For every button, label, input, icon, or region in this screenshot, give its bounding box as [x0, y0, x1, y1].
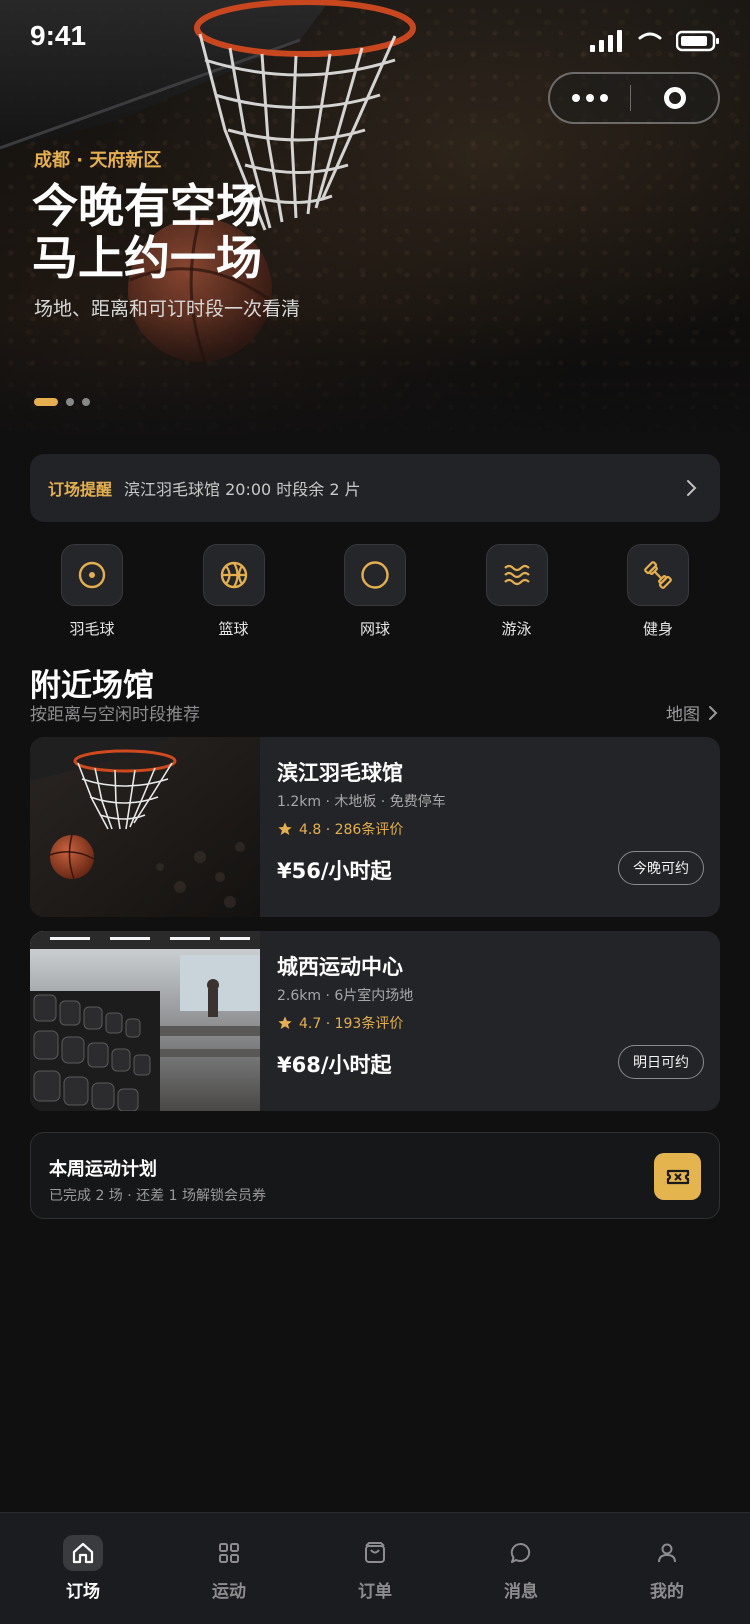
venue-image [30, 737, 260, 917]
category-label: 健身 [642, 620, 673, 638]
venue-card[interactable]: 滨江羽毛球馆 1.2km · 木地板 · 免费停车 4.8 · 286条评价 ¥… [30, 737, 720, 917]
category-basketball[interactable]: 篮球 [189, 544, 279, 639]
chat-icon [501, 1535, 541, 1571]
tab-label: 运动 [212, 1582, 246, 1602]
hero-title-line2: 马上约一场 [32, 231, 262, 285]
tab-label: 订场 [66, 1582, 100, 1602]
chevron-right-icon [709, 705, 718, 720]
bottom-tab-bar: 订场 运动 订单 消息 我的 [0, 1512, 750, 1624]
bag-icon [355, 1535, 395, 1571]
swimming-icon [485, 544, 548, 606]
category-label: 篮球 [218, 620, 249, 638]
venue-info: 滨江羽毛球馆 1.2km · 木地板 · 免费停车 4.8 · 286条评价 ¥… [277, 737, 704, 917]
reminder-text: 滨江羽毛球馆 20:00 时段余 2 片 [124, 480, 361, 499]
more-menu-icon[interactable] [550, 94, 630, 102]
basketball-hoop-photo [30, 737, 260, 917]
venue-rating: 4.7 · 193条评价 [277, 1013, 403, 1033]
user-icon [647, 1535, 687, 1571]
hero-banner[interactable]: 9:41 成都 · 天府新区 今晚有空场 马上约一场 场地、距离和可订时段一次看… [0, 0, 750, 435]
venue-name: 城西运动中心 [277, 955, 403, 979]
battery-icon [676, 30, 719, 52]
tab-messages[interactable]: 消息 [466, 1513, 576, 1624]
venue-meta: 1.2km · 木地板 · 免费停车 [277, 794, 446, 810]
carousel-dot[interactable] [82, 398, 90, 406]
carousel-dot[interactable] [66, 398, 74, 406]
wifi-icon [638, 32, 662, 40]
tab-profile[interactable]: 我的 [612, 1513, 722, 1624]
section-title: 附近场馆 [30, 668, 154, 704]
category-badminton[interactable]: 羽毛球 [47, 544, 137, 639]
tab-orders[interactable]: 订单 [320, 1513, 430, 1624]
reminder-tag: 订场提醒 [48, 480, 113, 499]
map-link-label: 地图 [666, 705, 700, 725]
venue-name: 滨江羽毛球馆 [277, 761, 403, 785]
carousel-indicator [34, 398, 90, 406]
hero-fade [0, 315, 750, 435]
grid-icon [209, 1535, 249, 1571]
hero-title: 今晚有空场 马上约一场 [32, 180, 262, 284]
venue-price: ¥68/小时起 [277, 1053, 392, 1077]
category-swimming[interactable]: 游泳 [472, 544, 562, 639]
basketball-icon [202, 544, 265, 606]
venue-card[interactable]: 城西运动中心 2.6km · 6片室内场地 4.7 · 193条评价 ¥68/小… [30, 931, 720, 1111]
miniprogram-capsule[interactable] [548, 72, 720, 124]
category-label: 网球 [359, 620, 390, 638]
gym-dumbbell-photo [30, 931, 260, 1111]
category-fitness[interactable]: 健身 [613, 544, 703, 639]
booking-reminder-bar[interactable]: 订场提醒 滨江羽毛球馆 20:00 时段余 2 片 [30, 454, 720, 522]
venue-meta: 2.6km · 6片室内场地 [277, 988, 414, 1004]
close-miniprogram-icon[interactable] [631, 87, 718, 109]
venue-rating: 4.8 · 286条评价 [277, 819, 403, 839]
category-tennis[interactable]: 网球 [330, 544, 420, 639]
book-tomorrow-button[interactable]: 明日可约 [618, 1045, 704, 1079]
section-subtitle: 按距离与空闲时段推荐 [30, 705, 200, 725]
sport-categories: 羽毛球 篮球 网球 游泳 健身 [30, 544, 720, 639]
hero-subtitle: 场地、距离和可订时段一次看清 [34, 298, 301, 320]
category-label: 羽毛球 [69, 620, 115, 638]
status-icons [590, 30, 720, 52]
hero-location: 成都 · 天府新区 [34, 150, 162, 171]
dumbbell-icon [627, 544, 689, 606]
tab-label: 消息 [504, 1582, 538, 1602]
ticket-icon [666, 1169, 689, 1184]
hero-title-line1: 今晚有空场 [32, 179, 262, 233]
venue-rating-text: 4.8 · 286条评价 [299, 822, 404, 838]
venue-info: 城西运动中心 2.6km · 6片室内场地 4.7 · 193条评价 ¥68/小… [277, 931, 704, 1111]
status-time: 9:41 [30, 20, 87, 51]
tennis-icon [344, 544, 406, 606]
status-bar: 9:41 [0, 0, 750, 72]
carousel-dot-active[interactable] [34, 398, 58, 406]
badminton-icon [61, 544, 123, 606]
venue-rating-text: 4.7 · 193条评价 [299, 1016, 404, 1032]
venue-price: ¥56/小时起 [277, 859, 392, 883]
map-link[interactable]: 地图 [666, 700, 718, 725]
app-page: 9:41 成都 · 天府新区 今晚有空场 马上约一场 场地、距离和可订时段一次看… [0, 0, 750, 1624]
coupon-button[interactable] [654, 1153, 701, 1200]
signal-icon [590, 30, 622, 52]
tab-label: 订单 [358, 1582, 392, 1602]
plan-title: 本周运动计划 [49, 1159, 157, 1180]
home-icon [63, 1535, 103, 1571]
chevron-right-icon [687, 480, 697, 496]
book-tonight-button[interactable]: 今晚可约 [618, 851, 704, 885]
category-label: 游泳 [501, 620, 532, 638]
venue-image [30, 931, 260, 1111]
plan-subtitle: 已完成 2 场 · 还差 1 场解锁会员券 [49, 1188, 266, 1204]
star-icon [278, 1016, 292, 1029]
weekly-plan-card[interactable]: 本周运动计划 已完成 2 场 · 还差 1 场解锁会员券 [30, 1132, 720, 1219]
star-icon [278, 822, 292, 835]
tab-sports[interactable]: 运动 [174, 1513, 284, 1624]
tab-booking[interactable]: 订场 [28, 1513, 138, 1624]
tab-label: 我的 [650, 1582, 684, 1602]
